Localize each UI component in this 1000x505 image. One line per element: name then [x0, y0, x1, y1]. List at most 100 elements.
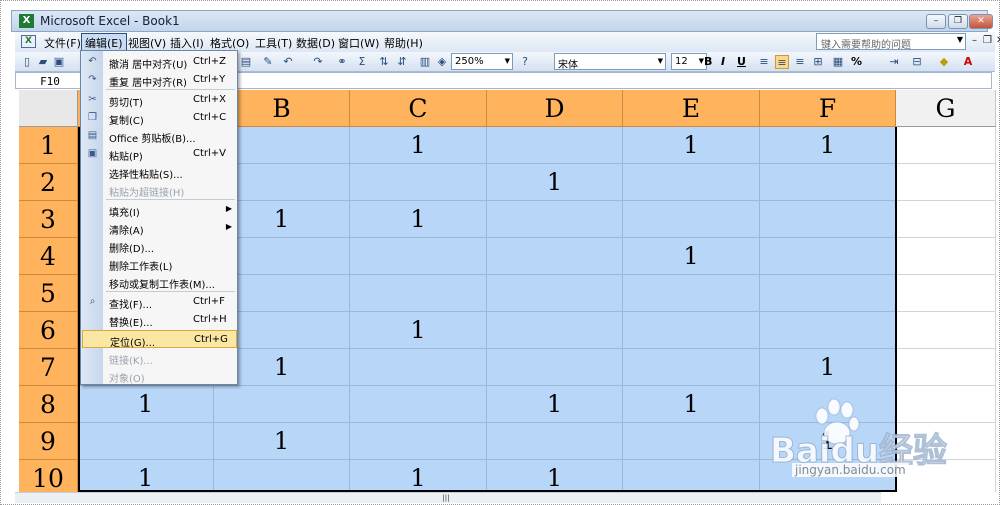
cell-f2[interactable]	[760, 164, 896, 201]
cell-g5[interactable]	[896, 275, 996, 312]
cell-f1[interactable]: 1	[760, 127, 896, 164]
menu-tools[interactable]: 工具(T)	[255, 35, 292, 51]
cell-e2[interactable]	[623, 164, 760, 201]
paste-format-icon[interactable]: ▤	[239, 55, 253, 69]
cell-d3[interactable]	[487, 201, 623, 238]
workbook-icon[interactable]	[21, 35, 36, 48]
restore-button[interactable]: ❐	[948, 14, 968, 29]
menu-item-15[interactable]: 定位(G)... Ctrl+G	[82, 330, 237, 349]
cell-a9[interactable]	[78, 423, 214, 460]
hyperlink-icon[interactable]: ⚭	[335, 55, 349, 69]
menu-item-12[interactable]: 移动或复制工作表(M)...	[82, 273, 237, 291]
chevron-down-icon[interactable]: ▼	[658, 57, 663, 65]
cell-g1[interactable]	[896, 127, 996, 164]
menu-item-0[interactable]: ↶ 撤消 居中对齐(U) Ctrl+Z	[82, 53, 237, 71]
cell-c3[interactable]: 1	[350, 201, 487, 238]
percent-button[interactable]: %	[851, 55, 862, 68]
menu-item-9[interactable]: 清除(A) ▶	[82, 219, 237, 237]
autosum-icon[interactable]: Σ	[355, 55, 369, 69]
cell-a10[interactable]: 1	[78, 460, 214, 492]
cell-e9[interactable]	[623, 423, 760, 460]
menu-help[interactable]: 帮助(H)	[384, 35, 423, 51]
cell-b8[interactable]	[214, 386, 350, 423]
cell-c1[interactable]: 1	[350, 127, 487, 164]
cell-g4[interactable]	[896, 238, 996, 275]
help-search-input[interactable]: 键入需要帮助的问题 ▼	[816, 33, 966, 51]
cell-c8[interactable]	[350, 386, 487, 423]
cell-g3[interactable]	[896, 201, 996, 238]
undo-toolbar-icon[interactable]: ↶	[281, 55, 295, 69]
cell-f6[interactable]	[760, 312, 896, 349]
cell-e4[interactable]: 1	[623, 238, 760, 275]
cell-f3[interactable]	[760, 201, 896, 238]
column-header-g[interactable]: G	[896, 90, 996, 127]
menu-item-11[interactable]: 删除工作表(L)	[82, 255, 237, 273]
menu-item-13[interactable]: ⌕ 查找(F)... Ctrl+F	[82, 293, 237, 311]
cell-c9[interactable]	[350, 423, 487, 460]
menu-format[interactable]: 格式(O)	[210, 35, 249, 51]
menu-item-8[interactable]: 填充(I) ▶	[82, 201, 237, 219]
menu-item-4[interactable]: ▤ Office 剪贴板(B)...	[82, 127, 237, 145]
column-header-d[interactable]: D	[487, 90, 623, 127]
format-painter-icon[interactable]: ✎	[261, 55, 275, 69]
zoom-select[interactable]: 250% ▼	[451, 53, 513, 70]
row-header-6[interactable]: 6	[19, 312, 78, 349]
cell-f4[interactable]	[760, 238, 896, 275]
cell-g8[interactable]	[896, 386, 996, 423]
cell-a8[interactable]: 1	[78, 386, 214, 423]
cell-d8[interactable]: 1	[487, 386, 623, 423]
cell-g7[interactable]	[896, 349, 996, 386]
cell-d2[interactable]: 1	[487, 164, 623, 201]
align-center-icon[interactable]: ≡	[775, 55, 789, 69]
cell-e3[interactable]	[623, 201, 760, 238]
cell-c10[interactable]: 1	[350, 460, 487, 492]
currency-icon[interactable]: ▦	[831, 55, 845, 69]
row-header-7[interactable]: 7	[19, 349, 78, 386]
new-document-icon[interactable]: ▯	[20, 55, 34, 69]
chart-wizard-icon[interactable]: ▥	[418, 55, 432, 69]
fill-color-icon[interactable]: ◆	[937, 55, 951, 69]
menu-item-6[interactable]: 选择性粘贴(S)...	[82, 163, 237, 181]
menu-insert[interactable]: 插入(I)	[170, 35, 204, 51]
cell-b9[interactable]: 1	[214, 423, 350, 460]
help-icon[interactable]: ?	[518, 55, 532, 69]
name-box[interactable]: F10	[15, 72, 85, 89]
cell-f10[interactable]	[760, 460, 896, 492]
chevron-down-icon[interactable]: ▼	[957, 35, 963, 44]
menu-item-1[interactable]: ↷ 重复 居中对齐(R) Ctrl+Y	[82, 71, 237, 89]
row-header-4[interactable]: 4	[19, 238, 78, 275]
cell-d10[interactable]: 1	[487, 460, 623, 492]
align-right-icon[interactable]: ≡	[793, 55, 807, 69]
cell-c5[interactable]	[350, 275, 487, 312]
row-header-1[interactable]: 1	[19, 127, 78, 164]
cell-g6[interactable]	[896, 312, 996, 349]
cell-c7[interactable]	[350, 349, 487, 386]
menu-item-3[interactable]: ❐ 复制(C) Ctrl+C	[82, 109, 237, 127]
merge-center-icon[interactable]: ⊞	[811, 55, 825, 69]
drawing-icon[interactable]: ◈	[435, 55, 449, 69]
bold-button[interactable]: B	[704, 55, 712, 68]
menu-file[interactable]: 文件(F)	[44, 35, 81, 51]
cell-f9[interactable]: 1	[760, 423, 896, 460]
italic-button[interactable]: I	[721, 55, 725, 68]
row-header-10[interactable]: 10	[19, 460, 78, 492]
menu-item-14[interactable]: 替换(E)... Ctrl+H	[82, 311, 237, 329]
cell-g10[interactable]	[896, 460, 996, 492]
align-left-icon[interactable]: ≡	[757, 55, 771, 69]
column-header-f[interactable]: F	[760, 90, 896, 127]
sort-descending-icon[interactable]: ⇵	[395, 55, 409, 69]
menu-item-10[interactable]: 删除(D)...	[82, 237, 237, 255]
sort-ascending-icon[interactable]: ⇅	[377, 55, 391, 69]
menu-window[interactable]: 窗口(W)	[338, 35, 379, 51]
cell-e5[interactable]	[623, 275, 760, 312]
row-header-5[interactable]: 5	[19, 275, 78, 312]
column-header-c[interactable]: C	[350, 90, 487, 127]
doc-close-icon[interactable]: ✕	[996, 35, 1000, 46]
cell-d1[interactable]	[487, 127, 623, 164]
cell-d9[interactable]	[487, 423, 623, 460]
cell-g9[interactable]	[896, 423, 996, 460]
select-all-button[interactable]	[19, 90, 78, 127]
cell-e6[interactable]	[623, 312, 760, 349]
cell-f7[interactable]: 1	[760, 349, 896, 386]
font-color-icon[interactable]: A	[961, 55, 975, 69]
